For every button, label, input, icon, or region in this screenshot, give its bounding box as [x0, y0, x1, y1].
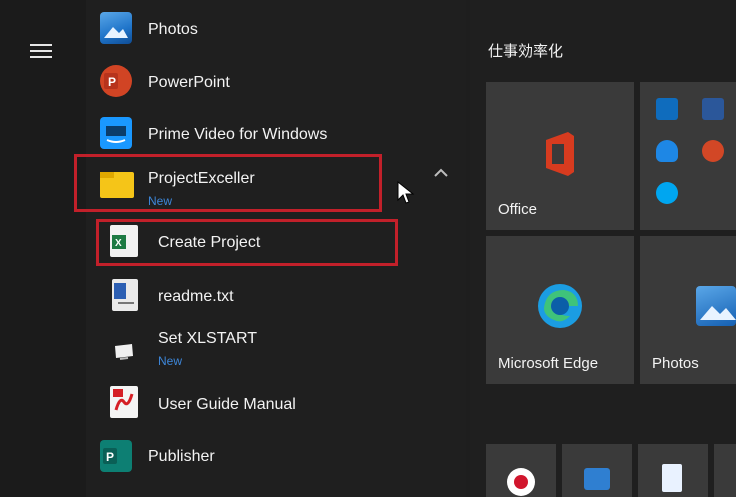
app-publisher[interactable]: P Publisher — [86, 432, 456, 482]
svg-text:P: P — [108, 75, 116, 89]
word-icon — [702, 98, 724, 120]
tile-photos[interactable]: Photos — [640, 236, 736, 384]
tile-notepad[interactable] — [638, 444, 708, 497]
app-prime-video[interactable]: Prime Video for Windows — [86, 110, 456, 160]
new-badge: New — [158, 354, 183, 368]
app-set-xlstart-label: Set XLSTART — [158, 330, 257, 347]
tile-recorder[interactable] — [486, 444, 556, 497]
record-icon — [507, 468, 535, 496]
app-readme[interactable]: readme.txt — [86, 272, 456, 322]
tile-office-apps[interactable] — [640, 82, 736, 230]
tile-edge-label: Microsoft Edge — [498, 355, 599, 372]
highlight-box-create-project — [96, 219, 398, 266]
tile-group-title: 仕事効率化 — [488, 43, 564, 60]
tile-calculator[interactable] — [562, 444, 632, 497]
tile-edge[interactable]: Microsoft Edge — [486, 236, 634, 384]
office-icon — [538, 130, 582, 178]
prime-video-icon — [100, 117, 132, 149]
navigation-rail — [0, 0, 86, 497]
monitor-icon — [112, 340, 138, 362]
app-user-guide-label: User Guide Manual — [158, 396, 296, 413]
app-prime-video-label: Prime Video for Windows — [148, 126, 328, 143]
outlook-icon — [656, 98, 678, 120]
text-file-icon — [112, 279, 138, 311]
notepad-icon — [662, 464, 682, 492]
tile-partial[interactable] — [714, 444, 736, 497]
skype-icon — [656, 182, 678, 204]
app-photos-label: Photos — [148, 21, 198, 38]
chevron-up-icon[interactable] — [432, 166, 450, 178]
hamburger-icon[interactable] — [30, 44, 52, 58]
tile-office-label: Office — [498, 201, 537, 218]
powerpoint-mini-icon — [702, 140, 724, 162]
edge-icon — [536, 282, 584, 330]
tile-office[interactable]: Office — [486, 82, 634, 230]
pdf-icon — [110, 386, 138, 418]
photos-icon — [100, 12, 132, 44]
app-publisher-label: Publisher — [148, 448, 215, 465]
onedrive-icon — [656, 140, 678, 162]
powerpoint-icon: P — [100, 65, 132, 97]
app-set-xlstart[interactable]: Set XLSTART New — [86, 324, 456, 376]
highlight-box-folder — [74, 154, 382, 212]
calculator-icon — [584, 468, 610, 490]
photos-tile-icon — [696, 286, 736, 326]
app-powerpoint[interactable]: P PowerPoint — [86, 58, 456, 108]
svg-text:P: P — [106, 450, 114, 464]
publisher-icon: P — [100, 440, 132, 472]
mouse-cursor-icon — [396, 180, 416, 206]
app-powerpoint-label: PowerPoint — [148, 74, 230, 91]
tile-photos-label: Photos — [652, 355, 699, 372]
app-readme-label: readme.txt — [158, 288, 234, 305]
app-photos[interactable]: Photos — [86, 6, 456, 56]
app-user-guide[interactable]: User Guide Manual — [86, 380, 456, 430]
